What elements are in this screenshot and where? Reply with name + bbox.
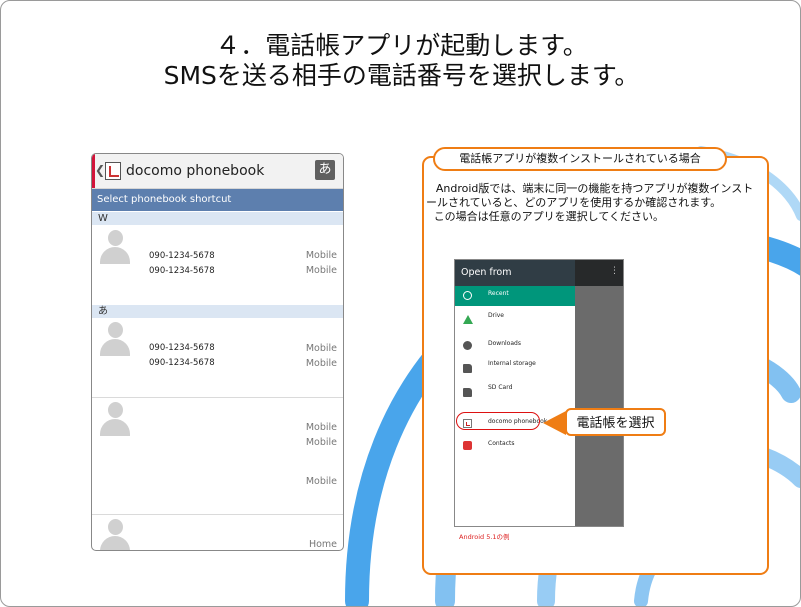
shortcut-subheader: Select phonebook shortcut <box>92 189 343 211</box>
contact-avatar-icon <box>100 230 130 264</box>
item-label: Drive <box>488 312 504 319</box>
callout-text: Android版では、端末に同一の機能を持つアプリが複数インストールされていると… <box>426 182 762 224</box>
section-header-a: あ <box>92 305 343 318</box>
row-divider <box>92 397 343 398</box>
item-label: Internal storage <box>488 360 536 367</box>
dimmed-background <box>575 260 623 526</box>
row-divider <box>92 514 343 515</box>
slide-title-line-2: SMSを送る相手の電話番号を選択します。 <box>163 61 640 90</box>
contact-avatar-icon <box>100 402 130 436</box>
callout-paragraph-1: Android版では、端末に同一の機能を持つアプリが複数インストールされていると… <box>426 182 754 209</box>
phone-number[interactable]: 090-1234-5678 <box>149 358 215 368</box>
phone-type-label: Mobile <box>305 343 337 354</box>
open-from-drawer: Recent Drive Downloads Internal storage … <box>455 286 575 526</box>
kana-index-button[interactable]: あ <box>315 160 335 180</box>
phone-type-label: Mobile <box>305 265 337 276</box>
item-label: SD Card <box>488 384 513 391</box>
phone-type-label: Mobile <box>305 476 337 487</box>
phone-number[interactable]: 090-1234-5678 <box>149 266 215 276</box>
phone-type-label: Mobile <box>305 358 337 369</box>
version-note: Android 5.1の例 <box>459 533 510 541</box>
callout-paragraph-2: この場合は任意のアプリを選択してください。 <box>433 210 665 223</box>
contact-avatar-icon <box>100 519 130 550</box>
contacts-icon <box>463 441 472 450</box>
open-from-item-recent[interactable]: Recent <box>455 286 575 306</box>
phonebook-screenshot: ❮ docomo phonebook あ Select phonebook sh… <box>91 153 344 551</box>
phonebook-header: ❮ docomo phonebook あ <box>92 154 343 189</box>
back-chevron-icon[interactable]: ❮ <box>95 163 105 177</box>
highlight-ring <box>456 412 540 430</box>
contact-avatar-icon <box>100 322 130 356</box>
pointer-arrow-icon <box>543 411 566 435</box>
drive-icon <box>463 315 473 324</box>
phonebook-title: docomo phonebook <box>126 163 265 179</box>
open-from-screenshot: ⋮ Open from Recent Drive Downloads Inter… <box>454 259 624 527</box>
phone-type-label: Mobile <box>305 422 337 433</box>
clock-icon <box>463 291 472 300</box>
sd-card-icon <box>463 388 472 397</box>
phone-number[interactable]: 090-1234-5678 <box>149 343 215 353</box>
phone-number[interactable]: 090-1234-5678 <box>149 251 215 261</box>
phone-type-label: Mobile <box>305 250 337 261</box>
open-from-item-internal-storage[interactable]: Internal storage <box>455 356 575 376</box>
item-label: Downloads <box>488 340 521 347</box>
slide-title-line-1: ４．電話帳アプリが起動します。 <box>215 31 588 60</box>
slide: ４．電話帳アプリが起動します。 SMSを送る相手の電話番号を選択します。 ❮ d… <box>0 0 801 607</box>
item-label: Contacts <box>488 440 515 447</box>
open-from-item-downloads[interactable]: Downloads <box>455 336 575 356</box>
item-label: Recent <box>488 290 509 297</box>
download-icon <box>463 341 472 350</box>
phonebook-app-icon <box>105 162 121 180</box>
phone-type-label: Mobile <box>305 437 337 448</box>
section-header-w: W <box>92 212 343 225</box>
phone-type-label: Home <box>308 539 337 550</box>
open-from-item-drive[interactable]: Drive <box>455 310 575 330</box>
more-vert-icon[interactable]: ⋮ <box>610 266 619 276</box>
select-phonebook-label: 電話帳を選択 <box>565 408 666 436</box>
open-from-item-contacts[interactable]: Contacts <box>455 436 575 456</box>
open-from-item-sd-card[interactable]: SD Card <box>455 380 575 400</box>
callout-title-tab: 電話帳アプリが複数インストールされている場合 <box>433 147 727 171</box>
storage-icon <box>463 364 472 373</box>
open-from-title: Open from <box>455 260 575 286</box>
